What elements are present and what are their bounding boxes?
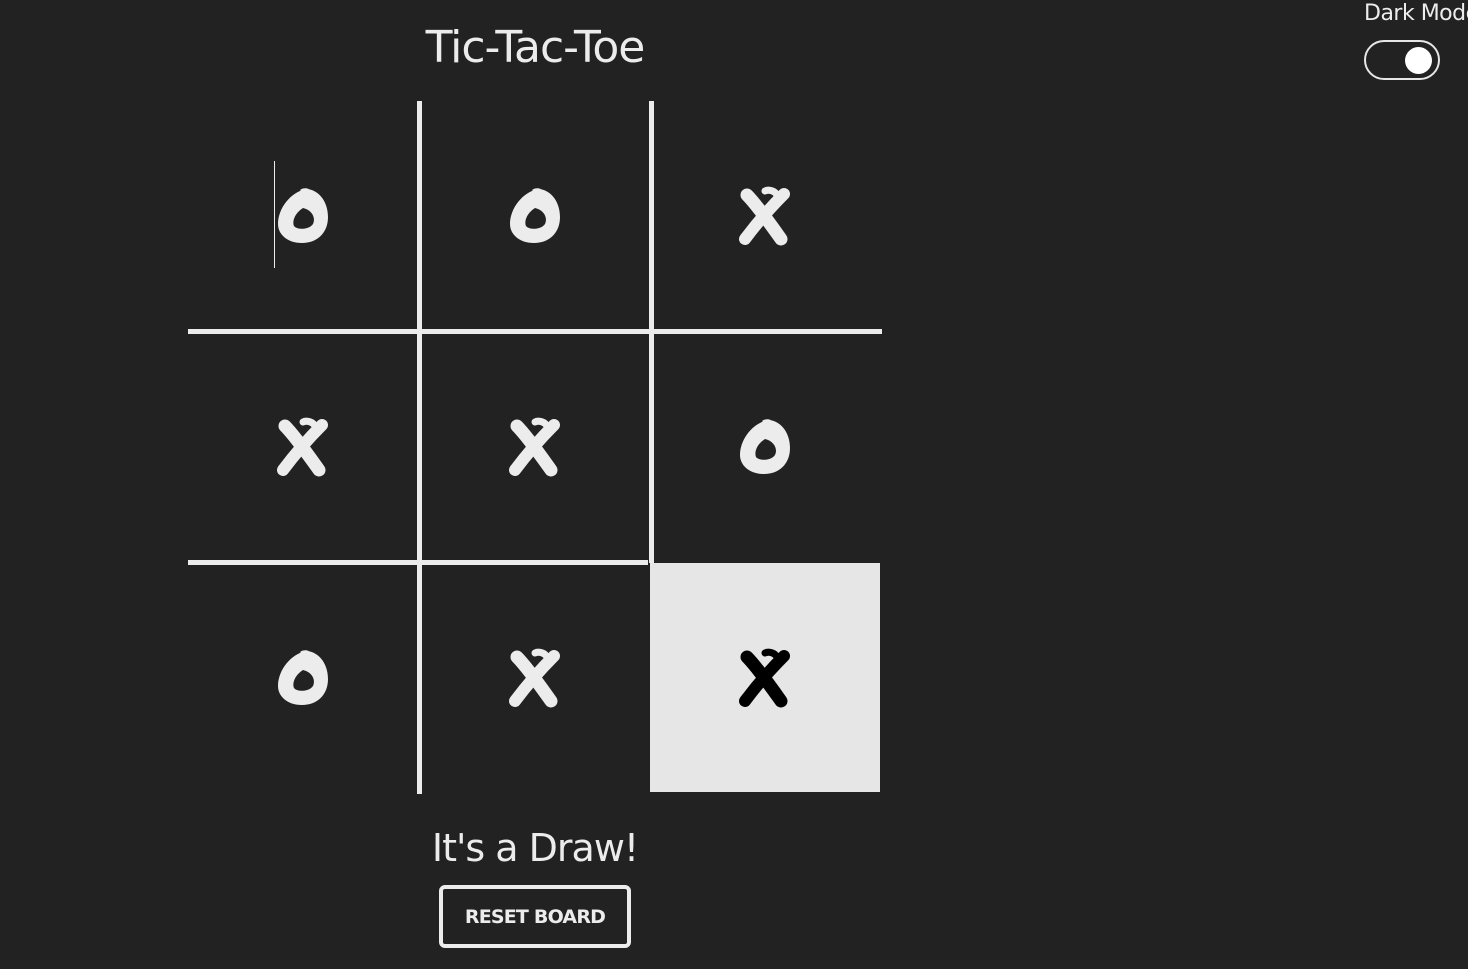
board-cell-0-1[interactable]: [420, 101, 650, 330]
o-mark-icon: [278, 649, 328, 705]
x-mark-icon: [509, 417, 560, 476]
o-mark-icon: [740, 418, 790, 474]
dark-mode-control: Dark Mode: [1364, 0, 1468, 90]
x-mark-icon: [509, 648, 560, 707]
x-mark-icon: [277, 417, 328, 476]
game-status: It's a Draw!: [431, 826, 639, 870]
board-cell-0-2[interactable]: [650, 101, 880, 330]
board-cell-1-0[interactable]: [188, 332, 418, 561]
toggle-knob: [1405, 47, 1432, 74]
board-cell-2-2[interactable]: [650, 563, 880, 792]
text-cursor: [274, 161, 275, 268]
dark-mode-toggle[interactable]: [1364, 40, 1440, 80]
board-cell-1-1[interactable]: [420, 332, 650, 561]
reset-board-button[interactable]: RESET BOARD: [439, 885, 631, 948]
board-cell-2-1[interactable]: [420, 563, 650, 792]
o-mark-icon: [510, 187, 560, 243]
board-cell-2-0[interactable]: [188, 563, 418, 792]
dark-mode-label: Dark Mode: [1364, 1, 1468, 26]
board-cell-0-0[interactable]: [188, 101, 418, 330]
page-title: Tic-Tac-Toe: [425, 22, 646, 73]
x-mark-icon: [739, 648, 790, 707]
x-mark-icon: [739, 186, 790, 245]
o-mark-icon: [278, 187, 328, 243]
board-cell-1-2[interactable]: [650, 332, 880, 561]
game-board: [188, 101, 882, 794]
